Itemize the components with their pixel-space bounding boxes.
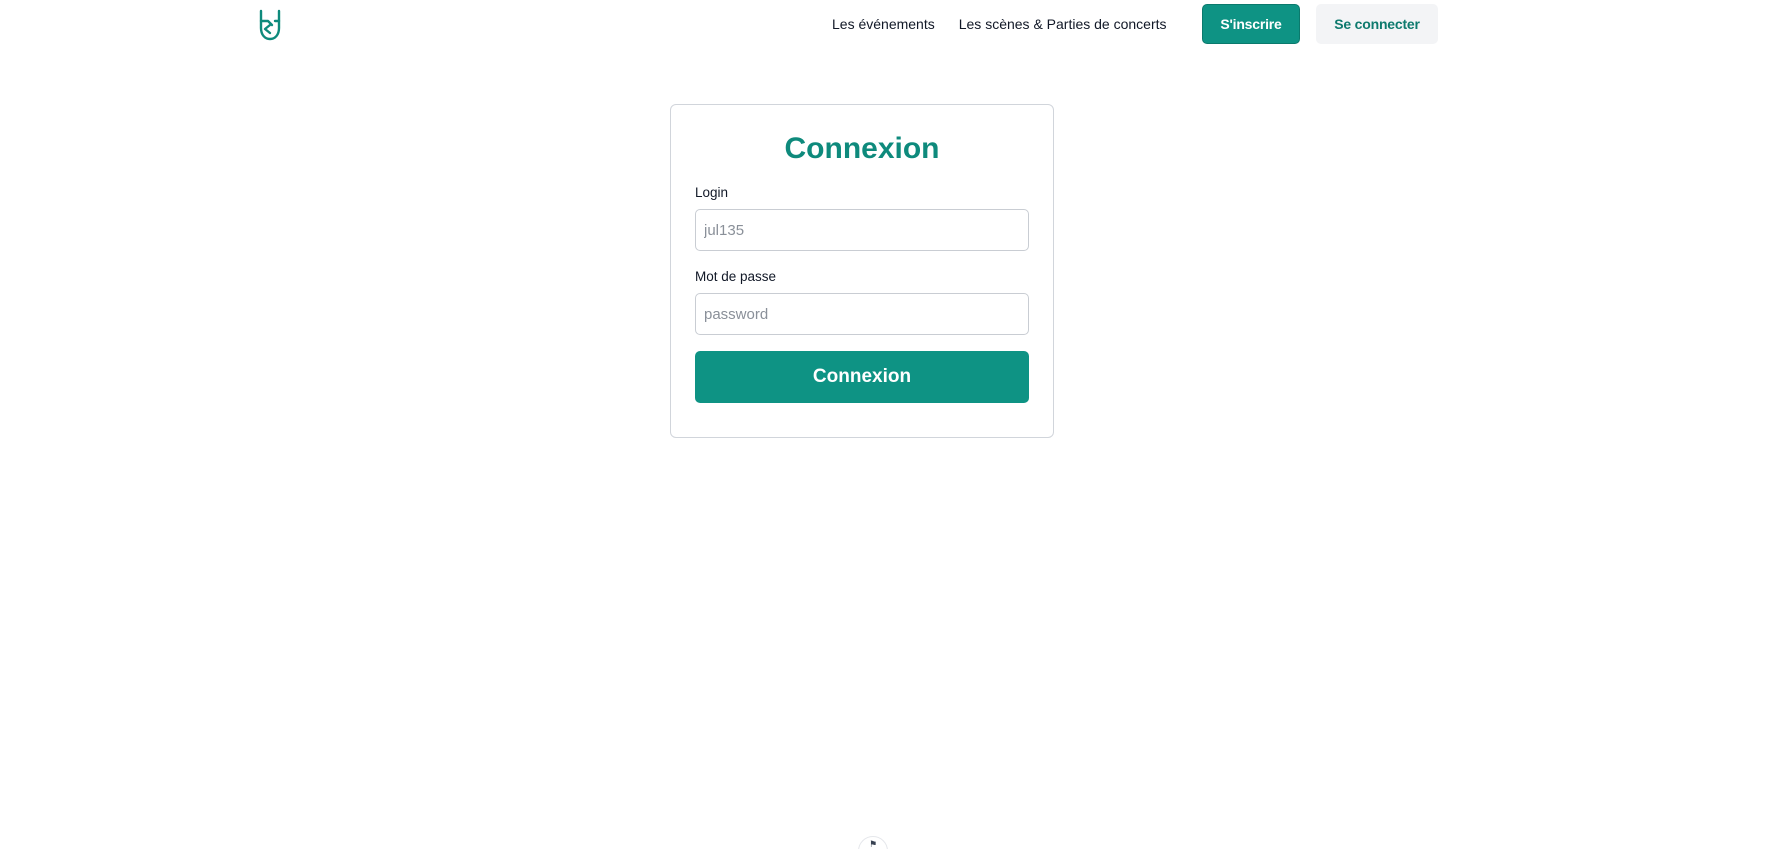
signup-button[interactable]: S'inscrire (1202, 4, 1300, 44)
rock-hand-icon (259, 9, 281, 41)
flag-icon: ⚑ (868, 839, 878, 849)
nav-link-events[interactable]: Les événements (820, 16, 947, 32)
page: Les événements Les scènes & Parties de c… (0, 0, 1773, 849)
page-title: Connexion (784, 132, 940, 165)
nav-link-stages[interactable]: Les scènes & Parties de concerts (947, 16, 1179, 32)
submit-login-button[interactable]: Connexion (695, 351, 1029, 403)
login-input[interactable] (695, 209, 1029, 251)
footer-badge[interactable]: ⚑ (858, 836, 888, 849)
password-input[interactable] (695, 293, 1029, 335)
logo-link[interactable] (256, 8, 284, 42)
top-navbar: Les événements Les scènes & Parties de c… (0, 0, 1773, 48)
login-card: Connexion Login Mot de passe Connexion (670, 104, 1054, 438)
password-label: Mot de passe (695, 269, 777, 284)
login-nav-button[interactable]: Se connecter (1316, 4, 1438, 44)
login-label: Login (695, 185, 729, 200)
main-nav: Les événements Les scènes & Parties de c… (820, 4, 1179, 44)
